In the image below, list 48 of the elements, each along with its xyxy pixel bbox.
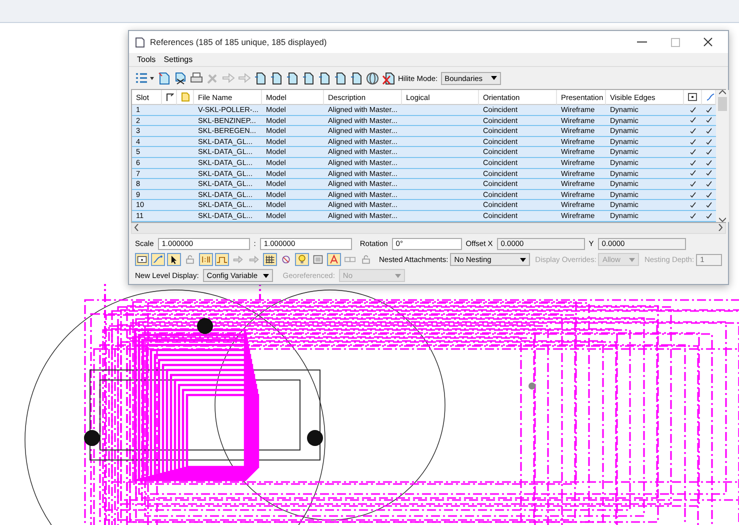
window-title: References (185 of 185 unique, 185 displayed)	[150, 37, 328, 47]
caret-icon	[520, 258, 526, 262]
document-icon[interactable]	[350, 72, 363, 84]
vertical-scrollbar[interactable]	[716, 90, 729, 222]
caret-icon	[490, 76, 497, 80]
maximize-icon	[670, 38, 680, 46]
scrollbar-thumb[interactable]	[718, 97, 727, 111]
lock-toggle-icon[interactable]	[359, 253, 373, 266]
lock-toggle-icon[interactable]	[183, 253, 197, 266]
light-bulb-toggle-icon[interactable]	[295, 253, 309, 266]
snap-toggle-icon[interactable]	[151, 253, 165, 266]
image-toggle-icon[interactable]	[311, 253, 325, 266]
document-icon[interactable]	[318, 72, 331, 84]
document-add-icon[interactable]	[158, 72, 171, 84]
pointer-toggle-icon[interactable]	[167, 253, 181, 266]
caret-icon	[262, 274, 269, 278]
globe-icon[interactable]	[366, 72, 379, 84]
close-icon	[703, 37, 713, 47]
document-icon[interactable]	[270, 72, 283, 84]
caret-icon	[394, 274, 401, 278]
document-icon	[181, 92, 190, 102]
list-view-icon[interactable]	[135, 72, 155, 84]
delete-document-icon[interactable]	[382, 72, 395, 84]
document-icon[interactable]	[254, 72, 267, 84]
scroll-left-icon[interactable]	[134, 224, 139, 232]
flag-icon	[166, 93, 174, 101]
snap-icon	[706, 93, 715, 101]
scale-toggle-icon[interactable]	[199, 253, 213, 266]
minimize-icon	[637, 41, 647, 43]
curve-toggle-icon[interactable]	[215, 253, 229, 266]
printer-icon[interactable]	[190, 72, 203, 84]
window-icon	[135, 36, 145, 48]
display-toggle-icon[interactable]	[135, 253, 149, 266]
menu-item[interactable]: Tools	[137, 55, 156, 64]
scroll-up-icon[interactable]	[719, 90, 726, 95]
scroll-right-icon[interactable]	[718, 224, 723, 232]
horizontal-scrollbar[interactable]	[131, 222, 726, 234]
document-icon[interactable]	[302, 72, 315, 84]
display-icon	[688, 93, 697, 101]
document-icon[interactable]	[286, 72, 299, 84]
scissors-icon[interactable]	[174, 72, 187, 84]
level-toggle-icon[interactable]	[327, 253, 341, 266]
menu-item[interactable]: Settings	[164, 55, 193, 64]
grid-toggle-icon[interactable]	[263, 253, 277, 266]
caret-icon	[629, 258, 636, 262]
scroll-down-icon[interactable]	[719, 216, 726, 222]
clip-toggle-icon[interactable]	[279, 253, 293, 266]
document-icon[interactable]	[334, 72, 347, 84]
